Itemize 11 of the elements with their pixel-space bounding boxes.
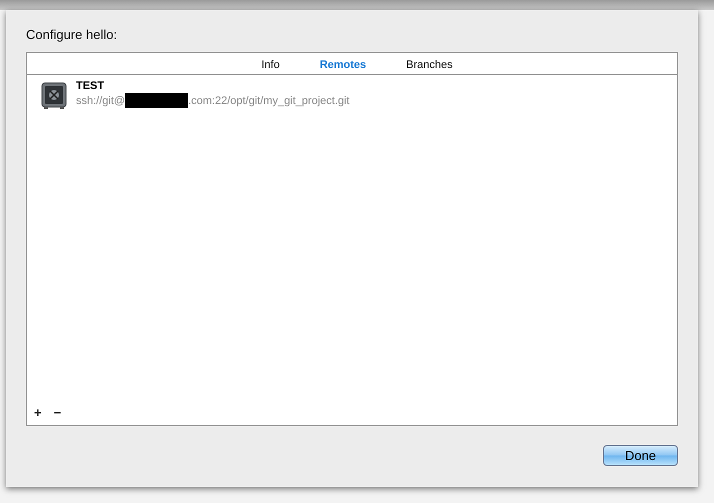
remove-button[interactable]: − (52, 405, 64, 420)
tab[interactable]: Info (241, 53, 300, 74)
add-button[interactable]: + (32, 405, 44, 420)
tab[interactable]: Branches (386, 53, 473, 74)
remote-url: ssh://git@ (76, 94, 126, 108)
sheet-title: Configure hello: (26, 27, 118, 44)
done-button[interactable]: Done (603, 445, 678, 466)
remote-name: TEST (76, 80, 106, 93)
tab[interactable]: Remotes (300, 53, 386, 74)
remote-url: .com:22/opt/git/my_git_project.git (188, 94, 350, 108)
safe-icon (41, 82, 67, 110)
